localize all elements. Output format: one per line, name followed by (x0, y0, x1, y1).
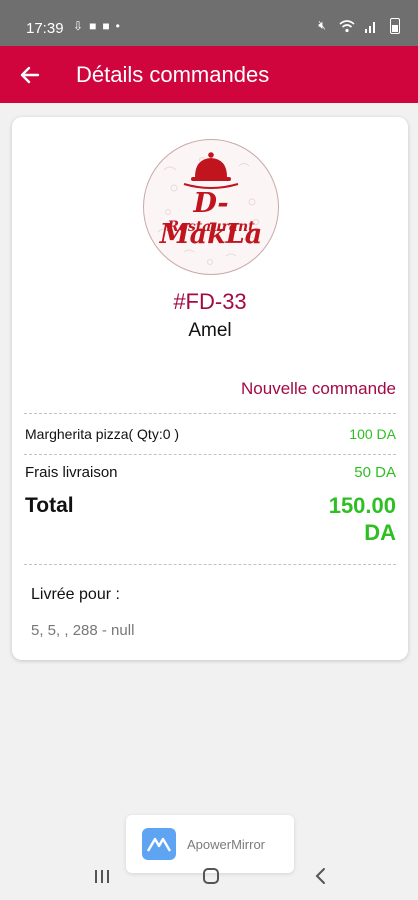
divider (24, 413, 396, 414)
back-button[interactable] (12, 58, 46, 92)
divider (24, 454, 396, 455)
download-icon: ⇩ (73, 19, 90, 33)
page-title: Détails commandes (76, 62, 270, 87)
order-number: #FD-33 (173, 289, 247, 314)
home-icon (203, 868, 219, 884)
shop-icon: ■ (89, 19, 103, 33)
food-cloche-icon (183, 152, 239, 189)
item-price: 100 DA (349, 426, 396, 442)
signal-icon (364, 22, 375, 33)
order-details-card: D-MakLa Restaurant #FD-33 Amel Nouvelle … (12, 117, 408, 660)
arrow-left-icon (20, 66, 40, 84)
delivery-fee-price: 50 DA (354, 464, 396, 481)
total-label: Total (25, 494, 74, 517)
watermark-text: ApowerMirror (187, 837, 266, 852)
status-left-icons: ⇩■■• (73, 19, 126, 33)
delivery-label: Livrée pour : (31, 586, 120, 603)
battery-icon (390, 18, 400, 34)
mute-icon: 🔇︎ (318, 18, 331, 33)
logo-subtitle: Restaurant (167, 219, 255, 235)
total-amount: 150.00 (328, 493, 396, 518)
app-bar: Détails commandes (0, 46, 418, 103)
recent-apps-icon (95, 870, 109, 883)
back-nav-button[interactable] (306, 862, 336, 890)
delivery-fee-label: Frais livraison (25, 464, 118, 481)
shop-icon: ■ (102, 19, 116, 33)
chevron-left-icon (315, 868, 325, 884)
system-nav-bar (0, 852, 418, 900)
recent-apps-button[interactable] (87, 862, 117, 890)
total-currency: DA (364, 520, 396, 545)
restaurant-logo: D-MakLa Restaurant (143, 139, 279, 275)
order-status: Nouvelle commande (241, 379, 396, 398)
delivery-address: 5, 5, , 288 - null (31, 622, 135, 639)
wifi-icon (339, 20, 355, 33)
customer-name: Amel (188, 320, 232, 341)
status-time: 17:39 (26, 20, 64, 37)
divider (24, 564, 396, 565)
home-button[interactable] (196, 862, 226, 890)
dot-icon: • (115, 19, 126, 33)
item-label: Margherita pizza( Qty:0 ) (25, 426, 180, 442)
status-right-icons: 🔇︎ (318, 18, 400, 34)
